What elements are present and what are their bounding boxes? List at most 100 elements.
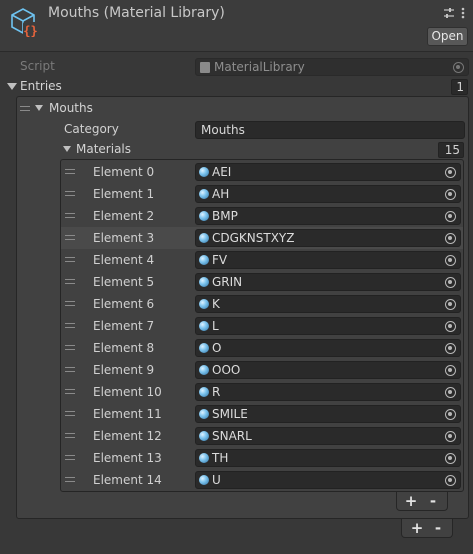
element-label: Element 12 [93,429,162,443]
material-element-row[interactable]: Element 5 GRIN [61,271,463,293]
material-name: AEI [212,165,232,179]
material-object-field[interactable]: GRIN [195,273,461,291]
material-object-field[interactable]: AH [195,185,461,203]
material-element-row[interactable]: Element 11 SMILE [61,403,463,425]
material-element-row[interactable]: Element 0 AEI [61,161,463,183]
object-picker-icon[interactable] [445,409,456,420]
entries-count-field[interactable]: 1 [451,79,468,95]
material-element-row[interactable]: Element 7 L [61,315,463,337]
materials-list-footer: + - [396,492,448,511]
material-element-row[interactable]: Element 3 CDGKNSTXYZ [61,227,463,249]
object-picker-icon[interactable] [445,211,456,222]
inspector-title: Mouths (Material Library) [48,5,225,21]
materials-foldout-arrow-icon[interactable] [63,146,71,152]
material-object-field[interactable]: OOO [195,361,461,379]
object-picker-icon[interactable] [445,343,456,354]
drag-handle-icon[interactable] [65,169,75,174]
material-object-field[interactable]: BMP [195,207,461,225]
object-picker-icon[interactable] [445,233,456,244]
material-object-field[interactable]: L [195,317,461,335]
svg-text:{}: {} [23,24,37,38]
element-label: Element 7 [93,319,155,333]
drag-handle-icon[interactable] [65,301,75,306]
materials-count-field[interactable]: 15 [438,142,464,158]
object-picker-icon[interactable] [445,365,456,376]
object-picker-icon[interactable] [445,453,456,464]
material-name: FV [212,253,228,267]
drag-handle-icon[interactable] [65,477,75,482]
material-object-field[interactable]: SMILE [195,405,461,423]
material-element-row[interactable]: Element 1 AH [61,183,463,205]
material-element-row[interactable]: Element 6 K [61,293,463,315]
drag-handle-icon[interactable] [65,257,75,262]
drag-handle-icon[interactable] [65,455,75,460]
material-object-field[interactable]: O [195,339,461,357]
material-element-row[interactable]: Element 14 U [61,469,463,491]
material-sphere-icon [199,431,209,441]
drag-handle-icon[interactable] [65,323,75,328]
kebab-menu-icon[interactable] [457,6,469,20]
material-object-field[interactable]: FV [195,251,461,269]
material-element-row[interactable]: Element 4 FV [61,249,463,271]
material-name: AH [212,187,230,201]
entry-mouths-label[interactable]: Mouths [49,101,93,115]
material-sphere-icon [199,387,209,397]
material-object-field[interactable]: R [195,383,461,401]
remove-entry-button[interactable]: - [428,519,448,537]
drag-handle-icon[interactable] [65,279,75,284]
sliders-icon[interactable] [443,6,455,20]
drag-handle-icon[interactable] [20,106,30,111]
material-element-row[interactable]: Element 13 TH [61,447,463,469]
drag-handle-icon[interactable] [65,411,75,416]
material-object-field[interactable]: AEI [195,163,461,181]
material-sphere-icon [199,409,209,419]
element-label: Element 8 [93,341,155,355]
material-sphere-icon [199,475,209,485]
drag-handle-icon[interactable] [65,367,75,372]
script-file-icon [200,62,210,73]
mouths-foldout-arrow-icon[interactable] [35,105,43,111]
remove-material-button[interactable]: - [423,492,443,510]
object-picker-icon[interactable] [445,167,456,178]
category-field[interactable]: Mouths [195,121,465,139]
material-object-field[interactable]: U [195,471,461,489]
object-picker-icon[interactable] [445,255,456,266]
material-name: TH [212,451,229,465]
material-element-row[interactable]: Element 12 SNARL [61,425,463,447]
materials-label[interactable]: Materials [76,142,131,156]
drag-handle-icon[interactable] [65,191,75,196]
material-sphere-icon [199,321,209,331]
material-object-field[interactable]: TH [195,449,461,467]
material-element-row[interactable]: Element 2 BMP [61,205,463,227]
drag-handle-icon[interactable] [65,235,75,240]
element-label: Element 11 [93,407,162,421]
entries-label[interactable]: Entries [20,79,62,93]
material-object-field[interactable]: SNARL [195,427,461,445]
material-sphere-icon [199,211,209,221]
material-element-row[interactable]: Element 10 R [61,381,463,403]
drag-handle-icon[interactable] [65,213,75,218]
object-picker-icon[interactable] [445,277,456,288]
open-button[interactable]: Open [427,27,468,46]
drag-handle-icon[interactable] [65,345,75,350]
object-picker-icon[interactable] [445,189,456,200]
material-element-row[interactable]: Element 9 OOO [61,359,463,381]
material-name: BMP [212,209,238,223]
object-picker-icon[interactable] [445,475,456,486]
object-picker-icon[interactable] [445,299,456,310]
object-picker-icon[interactable] [445,387,456,398]
object-picker-icon[interactable] [445,431,456,442]
entries-foldout-arrow-icon[interactable] [7,83,17,90]
material-name: SMILE [212,407,248,421]
add-entry-button[interactable]: + [407,519,427,537]
material-object-field[interactable]: CDGKNSTXYZ [195,229,461,247]
material-element-row[interactable]: Element 8 O [61,337,463,359]
element-label: Element 1 [93,187,155,201]
object-picker-icon[interactable] [445,321,456,332]
material-object-field[interactable]: K [195,295,461,313]
script-field: MaterialLibrary [195,58,469,76]
add-material-button[interactable]: + [401,492,421,510]
drag-handle-icon[interactable] [65,389,75,394]
element-label: Element 0 [93,165,155,179]
drag-handle-icon[interactable] [65,433,75,438]
